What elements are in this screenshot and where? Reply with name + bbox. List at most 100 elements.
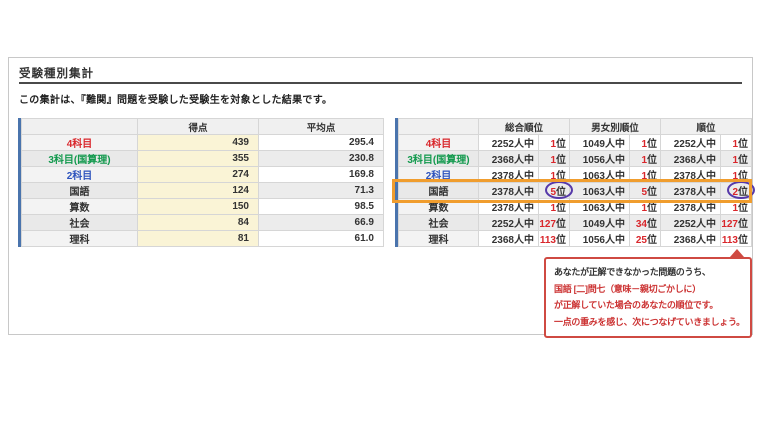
total-cell: 2378人中 [660,198,721,215]
table-row: 2科目 2378人中 1位 1063人中 1位 2378人中 1位 [398,166,752,183]
rank-cell: 1位 [538,198,570,215]
table-row: 社会 2252人中 127位 1049人中 34位 2252人中 127位 [398,214,752,231]
total-cell: 1056人中 [569,230,630,247]
average-cell: 295.4 [258,134,384,151]
total-cell: 2252人中 [660,214,721,231]
total-cell: 2368人中 [478,230,539,247]
rank-cell: 1位 [720,198,752,215]
score-cell: 355 [137,150,259,167]
row-label: 2科目 [21,166,138,183]
total-cell: 1063人中 [569,166,630,183]
rank-suffix: 位 [647,235,657,246]
score-cell: 274 [137,166,259,183]
rank-value: 113 [539,235,556,246]
callout-line: が正解していた場合のあなたの順位です。 [554,300,719,310]
rank-header: 順位 [660,118,752,135]
total-cell: 2368人中 [660,230,721,247]
score-cell: 84 [137,214,259,231]
row-label: 4科目 [21,134,138,151]
rank-value: 25 [635,235,647,246]
average-cell: 169.8 [258,166,384,183]
average-cell: 61.0 [258,230,384,247]
results-panel: 受験種別集計 この集計は、『難関』問題を受験した受験生を対象とした結果です。 得… [8,57,755,338]
callout-line: 一点の重みを感じ、次につなげていきましょう。 [554,316,745,327]
row-label: 3科目(国算理) [21,150,138,167]
row-label: 国語 [398,182,479,199]
rank-suffix: 位 [647,155,657,166]
rank-cell: 5位 [629,182,661,199]
rank-cell: 127位 [720,214,752,231]
rank-cell: 1位 [720,166,752,183]
table-row: 社会 84 66.9 [21,214,384,231]
rank-cell: 1位 [720,134,752,151]
row-label: 4科目 [398,134,479,151]
row-label: 社会 [21,214,138,231]
rank-cell: 1位 [720,150,752,167]
rank-suffix: 位 [647,139,657,150]
score-table: 得点 平均点 4科目 439 295.4 3科目(国算理) 355 230.8 … [18,118,384,247]
rank-suffix: 位 [647,187,657,198]
rank-cell: 1位 [538,150,570,167]
average-column-header: 平均点 [258,118,384,135]
rank-suffix: 位 [647,171,657,182]
header-row: 総合順位 男女別順位 順位 [398,118,752,135]
gender-rank-header: 男女別順位 [569,118,661,135]
rank-suffix: 位 [556,235,566,246]
rank-cell: 1位 [629,198,661,215]
row-label: 算数 [398,198,479,215]
score-column-header: 得点 [137,118,259,135]
score-cell: 150 [137,198,259,215]
total-cell: 2252人中 [660,134,721,151]
rank-suffix: 位 [556,219,566,230]
rank-cell: 1位 [538,166,570,183]
rank-cell: 2位 [720,181,755,199]
row-label: 国語 [21,182,138,199]
table-row: 4科目 2252人中 1位 1049人中 1位 2252人中 1位 [398,134,752,151]
rank-cell: 1位 [538,134,570,151]
rank-suffix: 位 [556,155,566,166]
total-cell: 2368人中 [478,150,539,167]
title-divider [19,82,742,84]
page-description: この集計は、『難関』問題を受験した受験生を対象とした結果です。 [19,95,333,106]
rank-value: 127 [721,219,738,230]
callout-line: 国語 [二]問七（意味－親切ごかしに） [554,283,701,294]
table-row: 理科 2368人中 113位 1056人中 25位 2368人中 113位 [398,230,752,247]
total-cell: 1063人中 [569,182,630,199]
rank-suffix: 位 [738,235,748,246]
rank-suffix: 位 [556,139,566,150]
row-label: 2科目 [398,166,479,183]
average-cell: 66.9 [258,214,384,231]
rank-cell: 113位 [538,230,570,247]
rank-cell: 1位 [629,150,661,167]
total-cell: 2368人中 [660,150,721,167]
row-label: 3科目(国算理) [398,150,479,167]
rank-cell: 5位 [538,181,573,199]
rank-cell: 127位 [538,214,570,231]
average-cell: 71.3 [258,182,384,199]
rank-suffix: 位 [556,187,566,198]
total-cell: 2378人中 [660,182,721,199]
row-label: 理科 [398,230,479,247]
total-cell: 1056人中 [569,150,630,167]
total-cell: 2378人中 [478,198,539,215]
score-cell: 439 [137,134,259,151]
callout-note: あなたが正解できなかった問題のうち、 国語 [二]問七（意味－親切ごかしに） が… [544,257,752,338]
total-cell: 2252人中 [478,134,539,151]
total-cell: 1063人中 [569,198,630,215]
row-label: 算数 [21,198,138,215]
total-cell: 1049人中 [569,134,630,151]
rank-suffix: 位 [738,219,748,230]
table-row: 算数 150 98.5 [21,198,384,215]
rank-suffix: 位 [647,219,657,230]
total-cell: 2252人中 [478,214,539,231]
table-row-highlighted: 国語 2378人中 5位 1063人中 5位 2378人中 2位 [398,181,755,199]
rank-value: 34 [635,219,647,230]
score-cell: 81 [137,230,259,247]
total-cell: 2378人中 [660,166,721,183]
table-row: 算数 2378人中 1位 1063人中 1位 2378人中 1位 [398,198,752,215]
rank-cell: 25位 [629,230,661,247]
rank-value: 113 [721,235,738,246]
rank-suffix: 位 [738,155,748,166]
callout-line: あなたが正解できなかった問題のうち、 [554,267,711,277]
overall-rank-header: 総合順位 [478,118,570,135]
